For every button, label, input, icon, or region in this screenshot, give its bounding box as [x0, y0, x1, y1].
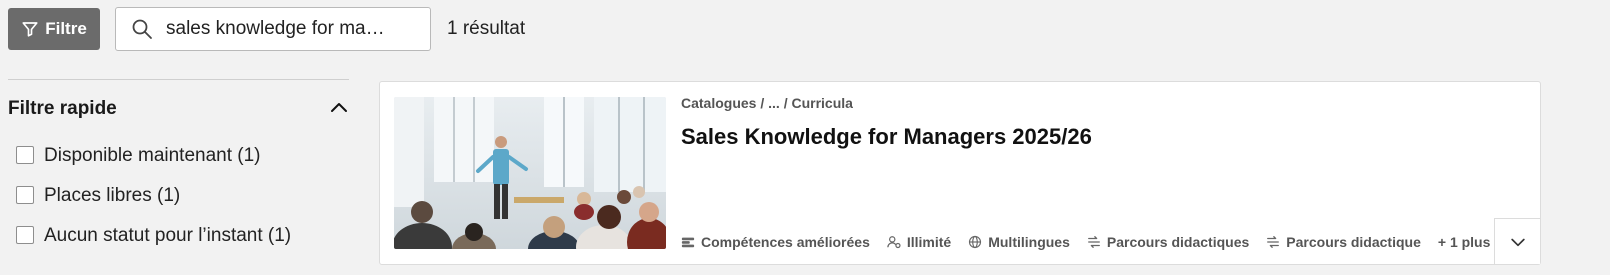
tag-languages: Multilingues	[968, 234, 1070, 250]
tag-label: Illimité	[906, 234, 952, 250]
course-thumbnail[interactable]	[394, 97, 666, 249]
filter-icon	[22, 22, 38, 37]
path-icon	[1267, 236, 1280, 248]
sidebar-divider	[8, 79, 349, 80]
tag-learning-path: Parcours didactique	[1266, 234, 1421, 250]
person-unlimited-icon	[887, 236, 901, 249]
chevron-up-icon[interactable]	[327, 96, 351, 120]
course-tags: Compétences améliorées Illimité Multilin…	[681, 234, 1490, 250]
path-icon	[1087, 236, 1100, 248]
filter-button[interactable]: Filtre	[8, 8, 100, 50]
breadcrumb[interactable]: Catalogues / ... / Curricula	[681, 95, 853, 111]
tag-learning-paths: Parcours didactiques	[1087, 234, 1249, 250]
course-title[interactable]: Sales Knowledge for Managers 2025/26	[681, 124, 1092, 150]
quick-filter-option-free-places[interactable]: Places libres (1)	[16, 184, 291, 224]
tag-label: Parcours didactique	[1286, 234, 1421, 250]
quick-filter-option-no-status[interactable]: Aucun statut pour l’instant (1)	[16, 224, 291, 264]
filter-button-label: Filtre	[45, 19, 87, 38]
checkbox[interactable]	[16, 146, 34, 164]
course-card[interactable]: Catalogues / ... / Curricula Sales Knowl…	[379, 81, 1541, 265]
quick-filter-list: Disponible maintenant (1) Places libres …	[16, 144, 291, 264]
checkbox[interactable]	[16, 186, 34, 204]
tag-skills: Compétences améliorées	[681, 234, 870, 250]
search-icon	[132, 19, 152, 39]
expand-button[interactable]	[1494, 218, 1540, 264]
quick-filter-label: Disponible maintenant (1)	[44, 145, 261, 166]
globe-icon	[969, 235, 982, 249]
tag-label: Parcours didactiques	[1106, 234, 1250, 250]
quick-filter-option-available-now[interactable]: Disponible maintenant (1)	[16, 144, 291, 184]
quick-filter-label: Aucun statut pour l’instant (1)	[44, 225, 292, 246]
tag-label: Compétences améliorées	[701, 234, 870, 250]
more-tags-link[interactable]: + 1 plus	[1438, 234, 1491, 250]
search-input[interactable]	[166, 18, 396, 40]
tag-seats: Illimité	[887, 234, 951, 250]
tag-label: Multilingues	[988, 234, 1070, 250]
skills-icon	[681, 237, 695, 248]
quick-filter-title: Filtre rapide	[8, 98, 117, 119]
checkbox[interactable]	[16, 226, 34, 244]
result-count: 1 résultat	[447, 18, 526, 39]
search-box[interactable]	[115, 7, 431, 51]
chevron-down-icon	[1510, 238, 1525, 246]
quick-filter-label: Places libres (1)	[44, 185, 181, 206]
